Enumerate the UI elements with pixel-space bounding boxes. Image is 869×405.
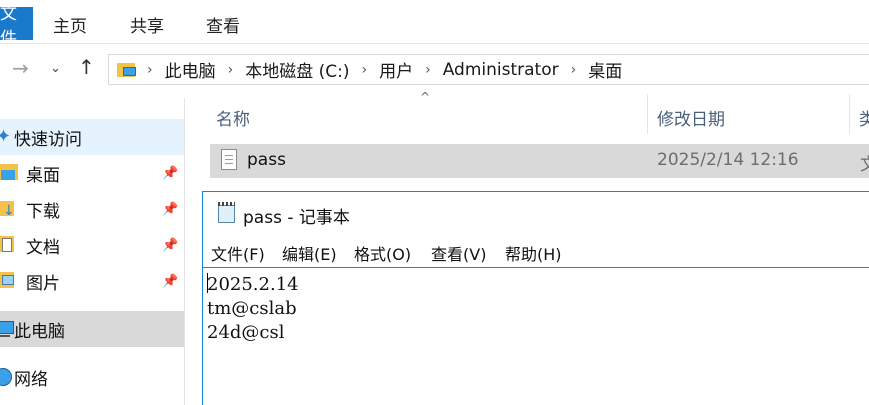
file-name: pass xyxy=(247,150,286,170)
column-header-name[interactable]: 名称 xyxy=(216,105,250,130)
download-folder-icon: ↓ xyxy=(0,199,20,219)
breadcrumb-this-pc[interactable]: 此电脑 xyxy=(165,57,216,82)
sidebar-item-quick-access[interactable]: ✦ 快速访问 xyxy=(0,119,184,155)
pin-icon[interactable]: 📌 xyxy=(162,238,178,253)
column-divider[interactable] xyxy=(849,94,850,134)
sidebar-item-pictures[interactable]: 图片 📌 xyxy=(0,263,184,299)
chevron-down-icon[interactable]: ⌄ xyxy=(50,61,61,76)
window-title: pass - 记事本 xyxy=(243,208,350,228)
column-header-date[interactable]: 修改日期 xyxy=(657,105,725,130)
sidebar-item-label: 桌面 xyxy=(26,165,60,186)
breadcrumb-local-disk[interactable]: 本地磁盘 (C:) xyxy=(245,57,349,82)
sidebar-item-documents[interactable]: 文档 📌 xyxy=(0,227,184,263)
menu-format[interactable]: 格式(O) xyxy=(354,241,411,265)
sidebar-item-desktop[interactable]: 桌面 📌 xyxy=(0,155,184,191)
documents-folder-icon xyxy=(0,236,18,256)
menu-edit[interactable]: 编辑(E) xyxy=(282,241,337,265)
chevron-right-icon[interactable]: › xyxy=(362,62,368,78)
navigation-bar: → ⌄ ↑ › 此电脑 › 本地磁盘 (C:) › 用户 › Administr… xyxy=(0,52,869,86)
sidebar-item-label: 文档 xyxy=(26,237,60,258)
sidebar-item-downloads[interactable]: ↓ 下载 📌 xyxy=(0,191,184,227)
file-list: ^ 名称 修改日期 类 pass 2025/2/14 12:16 文 xyxy=(186,88,869,188)
menu-help[interactable]: 帮助(H) xyxy=(505,241,562,265)
column-header-type[interactable]: 类 xyxy=(859,105,869,130)
menu-bar: 文件(F) 编辑(E) 格式(O) 查看(V) 帮助(H) xyxy=(203,238,869,266)
ribbon: 文件 主页 共享 查看 xyxy=(0,0,869,44)
notepad-window: pass - 记事本 文件(F) 编辑(E) 格式(O) 查看(V) 帮助(H)… xyxy=(202,191,869,405)
chevron-right-icon[interactable]: › xyxy=(228,62,234,78)
text-caret xyxy=(207,273,208,293)
forward-arrow-icon[interactable]: → xyxy=(12,56,29,80)
pictures-folder-icon xyxy=(0,272,18,292)
up-arrow-icon[interactable]: ↑ xyxy=(78,55,95,79)
tab-file[interactable]: 文件 xyxy=(0,7,33,40)
file-date: 2025/2/14 12:16 xyxy=(657,150,799,170)
sidebar-item-label: 快速访问 xyxy=(14,129,82,150)
sidebar-item-label: 此电脑 xyxy=(14,321,65,342)
breadcrumb-administrator[interactable]: Administrator xyxy=(443,60,559,80)
tab-view[interactable]: 查看 xyxy=(206,12,240,37)
desktop-folder-icon xyxy=(0,164,20,182)
sidebar-item-label: 图片 xyxy=(26,273,60,294)
chevron-right-icon[interactable]: › xyxy=(425,62,431,78)
menu-file[interactable]: 文件(F) xyxy=(211,241,265,265)
column-divider[interactable] xyxy=(647,94,648,134)
table-row[interactable]: pass 2025/2/14 12:16 文 xyxy=(210,144,869,178)
sidebar-item-network[interactable]: 网络 xyxy=(0,359,184,395)
desktop-folder-icon xyxy=(117,61,137,78)
tab-home[interactable]: 主页 xyxy=(53,12,87,37)
breadcrumb-users[interactable]: 用户 xyxy=(379,57,413,82)
text-editor[interactable]: 2025.2.14 tm@cslab 24d@csl xyxy=(203,267,869,405)
notepad-icon xyxy=(217,202,237,224)
pin-icon[interactable]: 📌 xyxy=(162,202,178,217)
file-type: 文 xyxy=(860,155,869,175)
chevron-right-icon[interactable]: › xyxy=(571,62,577,78)
navigation-pane: ✦ 快速访问 桌面 📌 ↓ 下载 📌 文档 📌 图片 📌 此电脑 网络 xyxy=(0,98,185,405)
notepad-title-bar[interactable]: pass - 记事本 xyxy=(203,192,869,232)
menu-view[interactable]: 查看(V) xyxy=(431,241,486,265)
tab-share[interactable]: 共享 xyxy=(130,12,164,37)
pin-icon[interactable]: 📌 xyxy=(162,274,178,289)
pin-icon[interactable]: 📌 xyxy=(162,166,178,181)
sidebar-item-label: 网络 xyxy=(14,369,48,390)
sort-ascending-icon: ^ xyxy=(420,90,431,104)
chevron-right-icon[interactable]: › xyxy=(147,62,153,78)
sidebar-item-label: 下载 xyxy=(26,201,60,222)
address-bar[interactable]: › 此电脑 › 本地磁盘 (C:) › 用户 › Administrator ›… xyxy=(108,54,869,85)
breadcrumb-desktop[interactable]: 桌面 xyxy=(588,57,622,82)
sidebar-item-this-pc[interactable]: 此电脑 xyxy=(0,311,184,347)
text-file-icon xyxy=(221,149,237,170)
tab-file-label: 文件 xyxy=(0,7,17,40)
